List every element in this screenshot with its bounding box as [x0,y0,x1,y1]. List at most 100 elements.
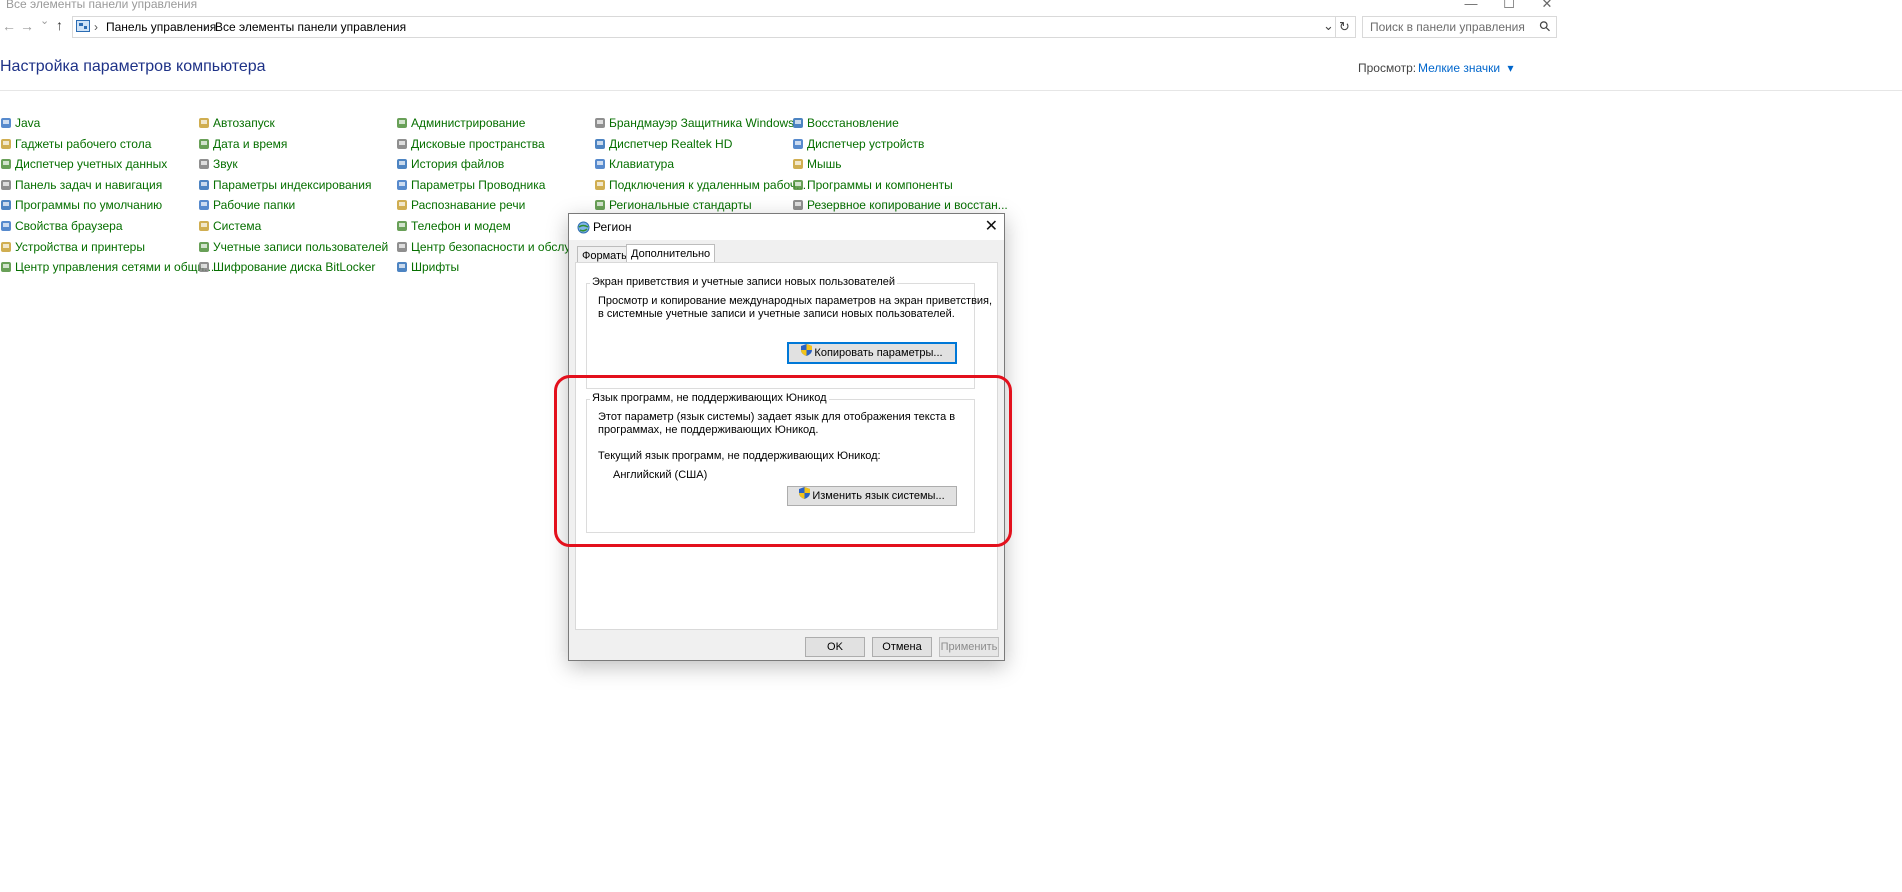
control-panel-item-icon [594,117,606,129]
control-panel-item[interactable]: Диспетчер устройств [792,135,924,153]
control-panel-item[interactable]: Учетные записи пользователей [198,238,388,256]
control-panel-item[interactable]: Параметры Проводника [396,176,545,194]
control-panel-item[interactable]: Центр управления сетями и общи... [0,258,214,276]
control-panel-item[interactable]: История файлов [396,155,504,173]
control-panel-item-icon [396,179,408,191]
control-panel-item[interactable]: Шифрование диска BitLocker [198,258,375,276]
up-icon[interactable]: ↑ [56,17,63,33]
control-panel-item-label: Свойства браузера [15,219,123,233]
recent-locations-icon[interactable]: ⌄ [40,14,49,27]
control-panel-item-icon [0,220,12,232]
control-panel-item[interactable]: Гаджеты рабочего стола [0,135,151,153]
control-panel-item[interactable]: Мышь [792,155,842,173]
control-panel-item[interactable]: Диспетчер учетных данных [0,155,167,173]
page-title: Настройка параметров компьютера [0,58,266,75]
control-panel-item-icon [396,117,408,129]
breadcrumb-all-items[interactable]: Все элементы панели управления [215,20,406,34]
control-panel-item[interactable]: Программы по умолчанию [0,196,162,214]
control-panel-item-icon [396,199,408,211]
control-panel-item-label: Телефон и модем [411,219,511,233]
ok-button[interactable]: OK [805,637,865,657]
control-panel-item[interactable]: Восстановление [792,114,899,132]
control-panel-item-icon [396,220,408,232]
breadcrumb-control-panel[interactable]: Панель управления [106,20,216,34]
control-panel-item-icon [396,158,408,170]
control-panel-item-icon [792,158,804,170]
control-panel-item[interactable]: Шрифты [396,258,459,276]
cancel-button[interactable]: Отмена [872,637,932,657]
control-panel-item[interactable]: Администрирование [396,114,525,132]
search-input[interactable]: Поиск в панели управления ⚲ [1362,16,1557,38]
control-panel-item-label: Программы и компоненты [807,178,953,192]
control-panel-item[interactable]: Параметры индексирования [198,176,371,194]
control-panel-item-label: Подключения к удаленным рабоч... [609,178,807,192]
control-panel-item[interactable]: Региональные стандарты [594,196,752,214]
control-panel-item-label: Центр управления сетями и общи... [15,260,215,274]
control-panel-item-label: Диспетчер устройств [807,137,925,151]
control-panel-item-label: История файлов [411,157,505,171]
group-legend: Экран приветствия и учетные записи новых… [590,276,898,288]
control-panel-item-label: Распознавание речи [411,198,526,212]
close-window-button[interactable]: ✕ [1524,0,1570,12]
control-panel-item-icon [0,158,12,170]
control-panel-item[interactable]: Брандмауэр Защитника Windows [594,114,794,132]
control-panel-item[interactable]: Устройства и принтеры [0,238,145,256]
control-panel-item-label: Диспетчер учетных данных [15,157,168,171]
control-panel-item-label: Резервное копирование и восстан... [807,198,1008,212]
control-panel-item[interactable]: Дата и время [198,135,287,153]
control-panel-item-icon [198,179,210,191]
back-icon[interactable]: ← [2,18,16,34]
control-panel-item-icon [792,179,804,191]
control-panel-item-icon [594,138,606,150]
control-panel-item-icon [198,220,210,232]
copy-settings-button[interactable]: Копировать параметры... [787,342,957,364]
control-panel-item[interactable]: Дисковые пространства [396,135,545,153]
control-panel-item-label: Java [15,116,41,130]
control-panel-item-icon [594,199,606,211]
control-panel-item[interactable]: Диспетчер Realtek HD [594,135,732,153]
control-panel-item-label: Учетные записи пользователей [213,240,389,254]
control-panel-item-icon [198,138,210,150]
control-panel-item-icon [0,241,12,253]
refresh-icon[interactable]: ↻ [1339,19,1350,35]
address-bar[interactable]: › Панель управления › Все элементы панел… [72,16,1356,38]
control-panel-item-label: Региональные стандарты [609,198,752,212]
divider [0,90,1902,91]
control-panel-item[interactable]: Свойства браузера [0,217,123,235]
forward-icon[interactable]: → [20,18,34,34]
control-panel-item[interactable]: Распознавание речи [396,196,525,214]
control-panel-item-icon [198,117,210,129]
control-panel-item-icon [198,241,210,253]
control-panel-item[interactable]: Клавиатура [594,155,674,173]
control-panel-item[interactable]: Автозапуск [198,114,275,132]
control-panel-item[interactable]: Панель задач и навигация [0,176,162,194]
dialog-title: Регион [593,220,632,234]
control-panel-item-label: Диспетчер Realtek HD [609,137,733,151]
view-label: Просмотр: [1358,61,1417,75]
control-panel-item[interactable]: Java [0,114,40,132]
control-panel-item[interactable]: Звук [198,155,238,173]
view-mode-dropdown[interactable]: Мелкие значки ▾ [1418,61,1514,75]
control-panel-item[interactable]: Рабочие папки [198,196,295,214]
search-icon[interactable]: ⚲ [1535,17,1554,36]
control-panel-item[interactable]: Программы и компоненты [792,176,953,194]
window-title: Все элементы панели управления [6,0,198,11]
apply-button[interactable]: Применить [939,637,999,657]
control-panel-item-icon [594,158,606,170]
control-panel-item-icon [0,179,12,191]
control-panel-item[interactable]: Резервное копирование и восстан... [792,196,1008,214]
description-text: Просмотр и копирование международных пар… [598,295,993,307]
control-panel-item-icon [594,179,606,191]
control-panel-item-label: Брандмауэр Защитника Windows [609,116,795,130]
shield-icon [801,344,813,362]
control-panel-item-label: Параметры индексирования [213,178,372,192]
control-panel-item-icon [396,241,408,253]
control-panel-item[interactable]: Подключения к удаленным рабоч... [594,176,806,194]
dialog-close-button[interactable]: ✕ [985,216,998,236]
control-panel-item[interactable]: Телефон и модем [396,217,511,235]
address-dropdown-icon[interactable]: ⌄ [1323,18,1334,34]
control-panel-item[interactable]: Система [198,217,261,235]
dialog-titlebar[interactable]: Регион ✕ [569,214,1004,240]
highlight-annotation [554,375,1012,547]
control-panel-item-label: Система [213,219,262,233]
